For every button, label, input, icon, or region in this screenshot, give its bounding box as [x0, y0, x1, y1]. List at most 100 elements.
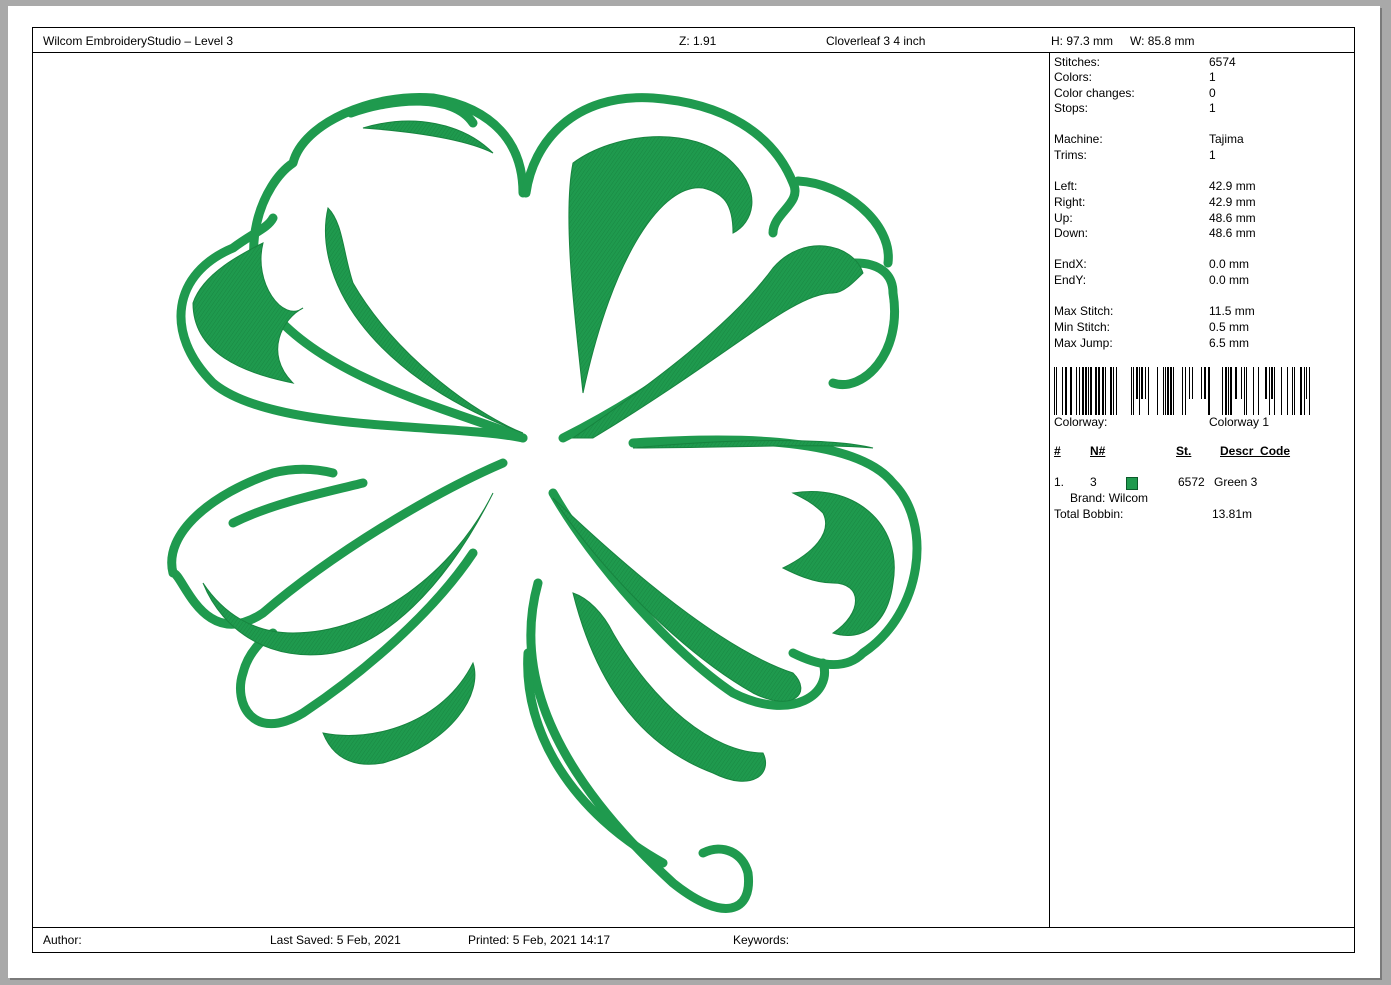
barcode-bar	[1157, 367, 1158, 415]
barcode-bar	[1173, 367, 1174, 415]
barcode-bar	[1085, 367, 1087, 415]
cloverleaf-embroidery-design	[167, 92, 922, 913]
barcode-bar	[1165, 367, 1166, 415]
total-bobbin-value: 13.81m	[1212, 507, 1253, 521]
barcode-bar	[1110, 367, 1112, 415]
design-preview	[33, 53, 1049, 929]
info-row-max-stitch: Max Stitch: 11.5 mm	[1054, 304, 1255, 318]
barcode-bar	[1189, 367, 1190, 399]
col-header-needle: N#	[1090, 444, 1106, 458]
barcode-bar	[1136, 367, 1138, 399]
info-row-endx: EndX: 0.0 mm	[1054, 257, 1250, 271]
info-row-trims: Trims: 1	[1054, 148, 1216, 162]
barcode-bar	[1281, 367, 1282, 415]
barcode-bar	[1241, 367, 1242, 399]
barcode-bar	[1185, 367, 1186, 415]
clover-outline-stitches	[167, 92, 922, 913]
barcode-bar	[1228, 367, 1229, 415]
design-name: Cloverleaf 3 4 inch	[826, 34, 926, 48]
barcode-bar	[1309, 367, 1310, 415]
col-header-stitches: St.	[1176, 444, 1192, 458]
barcode-bar	[1201, 367, 1202, 399]
info-row-left: Left: 42.9 mm	[1054, 179, 1256, 193]
report-frame: Wilcom EmbroideryStudio – Level 3 Z: 1.9…	[32, 27, 1355, 953]
info-row-down: Down: 48.6 mm	[1054, 226, 1256, 240]
design-info-panel: Stitches: 6574 Colors: 1 Color changes: 0 S…	[1049, 53, 1354, 927]
barcode-bar	[1062, 367, 1063, 415]
color-row-description: Green 3	[1214, 475, 1258, 489]
app-title: Wilcom EmbroideryStudio – Level 3	[43, 34, 234, 48]
info-row-color-changes: Color changes: 0	[1054, 86, 1216, 100]
barcode-bar	[1204, 367, 1206, 399]
barcode-bar	[1225, 367, 1227, 415]
barcode-bar	[1056, 367, 1057, 415]
color-swatch	[1126, 477, 1138, 490]
barcode-bar	[1102, 367, 1104, 415]
barcode-bar	[1163, 367, 1164, 415]
barcode-bar	[1304, 367, 1305, 415]
author-label: Author:	[43, 933, 82, 947]
info-row-stops: Stops: 1	[1054, 101, 1216, 115]
barcode-bar	[1145, 367, 1146, 399]
barcode-bar	[1244, 367, 1245, 415]
barcode-bar	[1274, 367, 1275, 415]
barcode-bar	[1258, 367, 1259, 415]
design-width: W: 85.8 mm	[1130, 34, 1195, 48]
info-row-right: Right: 42.9 mm	[1054, 195, 1256, 209]
barcode-bar	[1131, 367, 1132, 415]
barcode-bar	[1265, 367, 1267, 399]
barcode-bar	[1116, 367, 1117, 415]
clover-satin-fills	[192, 120, 895, 782]
barcode-bar	[1230, 367, 1232, 415]
report-header: Wilcom EmbroideryStudio – Level 3 Z: 1.9…	[33, 28, 1354, 53]
barcode-bar	[1088, 367, 1089, 415]
barcode-bar	[1082, 367, 1084, 415]
barcode-bar	[1148, 367, 1149, 415]
barcode-bar	[1065, 367, 1067, 415]
info-row-min-stitch: Min Stitch: 0.5 mm	[1054, 320, 1250, 334]
design-barcode	[1054, 367, 1310, 415]
barcode-bar	[1306, 367, 1307, 399]
barcode-bar	[1113, 367, 1114, 415]
zoom-level: Z: 1.91	[679, 34, 717, 48]
barcode-bar	[1294, 367, 1295, 415]
total-bobbin-label: Total Bobbin:	[1054, 507, 1124, 521]
barcode-bar	[1105, 367, 1106, 415]
barcode-bar	[1090, 367, 1092, 415]
keywords-label: Keywords:	[733, 933, 790, 947]
barcode-bar	[1192, 367, 1193, 399]
barcode-bar	[1141, 367, 1143, 399]
barcode-bar	[1292, 367, 1293, 415]
barcode-bar	[1182, 367, 1183, 415]
design-height: H: 97.3 mm	[1051, 34, 1114, 48]
color-row-stitches: 6572	[1178, 475, 1205, 489]
colorway-row: Colorway: Colorway 1	[1054, 415, 1270, 429]
info-row-stitches: Stitches: 6574	[1054, 55, 1236, 69]
barcode-bar	[1269, 367, 1270, 415]
barcode-bar	[1054, 367, 1055, 415]
col-header-number: #	[1054, 444, 1061, 458]
barcode-bar	[1133, 367, 1134, 415]
barcode-bar	[1253, 367, 1254, 415]
barcode-bar	[1098, 367, 1100, 415]
barcode-bar	[1139, 367, 1140, 415]
col-header-descr-code: Descr_Code	[1220, 444, 1291, 458]
printed-date: Printed: 5 Feb, 2021 14:17	[468, 933, 611, 947]
barcode-bar	[1076, 367, 1077, 415]
info-row-up: Up: 48.6 mm	[1054, 211, 1256, 225]
barcode-bar	[1246, 367, 1247, 415]
info-row-machine: Machine: Tajima	[1054, 132, 1244, 146]
barcode-bar	[1208, 367, 1210, 415]
info-row-endy: EndY: 0.0 mm	[1054, 273, 1250, 287]
barcode-bar	[1070, 367, 1072, 415]
color-row-brand: Brand: Wilcom	[1070, 491, 1149, 505]
report-footer: Author: Last Saved: 5 Feb, 2021 Printed:…	[33, 927, 1354, 952]
barcode-bar	[1287, 367, 1288, 415]
last-saved: Last Saved: 5 Feb, 2021	[270, 933, 401, 947]
info-row-max-jump: Max Jump: 6.5 mm	[1054, 336, 1250, 350]
color-row-needle: 3	[1090, 475, 1097, 489]
color-row-index: 1.	[1054, 475, 1065, 489]
print-preview-page: Wilcom EmbroideryStudio – Level 3 Z: 1.9…	[8, 6, 1380, 978]
barcode-bar	[1235, 367, 1237, 399]
barcode-bar	[1222, 367, 1223, 415]
